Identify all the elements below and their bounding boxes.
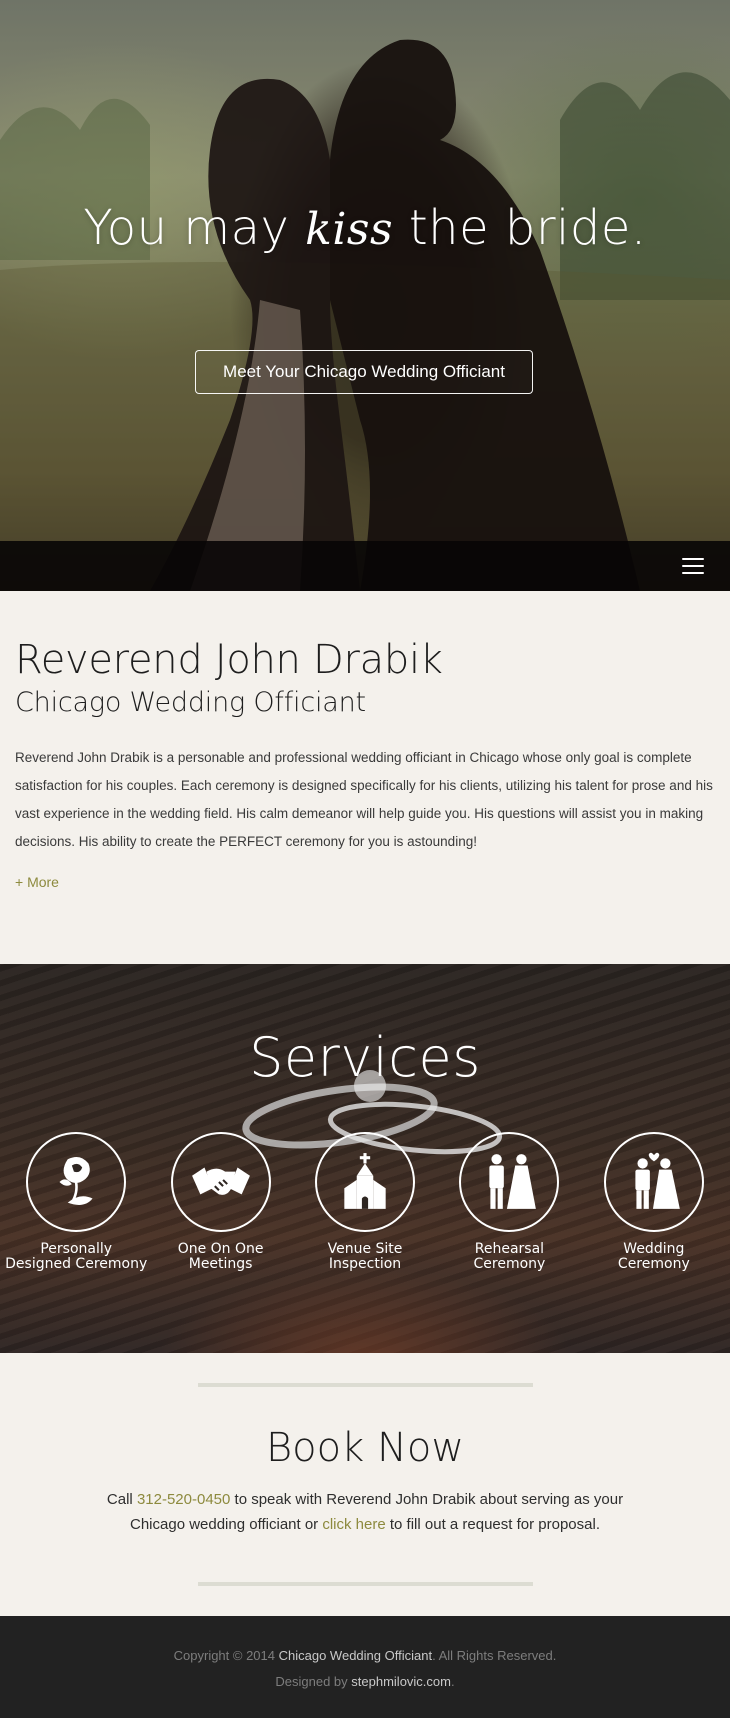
call-text: Call — [106, 1491, 137, 1508]
service-line1: Wedding — [623, 1241, 685, 1257]
handshake-icon — [191, 1167, 250, 1195]
service-circle — [603, 1132, 704, 1232]
book-end-text: to fill out a request for proposal. — [385, 1516, 600, 1533]
site-name: Chicago Wedding Officiant — [278, 1648, 433, 1663]
designer-line: Designed by stephmilovic.com. — [0, 1669, 730, 1695]
book-now-section: Book Now Call 312-520-0450 to speak with… — [0, 1353, 730, 1616]
service-venue-inspection: Venue Site Inspection — [293, 1132, 437, 1272]
service-line1: Personally — [40, 1241, 113, 1257]
rights-text: . All Rights Reserved. — [432, 1648, 557, 1663]
more-link[interactable]: + More — [15, 874, 59, 890]
service-line2: Designed Ceremony — [5, 1256, 148, 1272]
service-circle — [315, 1132, 416, 1232]
hero-title: You may kiss the bride. — [0, 200, 730, 256]
about-description: Reverend John Drabik is a personable and… — [15, 750, 713, 849]
service-line2: Meetings — [188, 1256, 253, 1272]
designer-link[interactable]: stephmilovic.com — [351, 1674, 451, 1689]
copyright-line: Copyright © 2014 Chicago Wedding Officia… — [0, 1643, 730, 1669]
service-line2: Ceremony — [473, 1256, 546, 1272]
top-divider — [198, 1383, 533, 1387]
hero-title-emphasis: kiss — [305, 204, 394, 255]
bride-groom-icon — [489, 1154, 537, 1209]
footer: Copyright © 2014 Chicago Wedding Officia… — [0, 1616, 730, 1718]
hero-title-before: You may — [83, 200, 306, 256]
click-here-link[interactable]: click here — [322, 1516, 385, 1533]
book-now-title: Book Now — [265, 1425, 465, 1471]
service-line1: Rehearsal — [474, 1241, 545, 1257]
service-label: Wedding Ceremony — [618, 1242, 690, 1272]
book-now-text: Call 312-520-0450 to speak with Reverend… — [80, 1487, 650, 1537]
officiant-subtitle: Chicago Wedding Officiant — [15, 687, 366, 718]
hero-section: You may kiss the bride. Meet Your Chicag… — [0, 0, 730, 591]
service-circle — [459, 1132, 560, 1232]
hero-title-after: the bride. — [393, 200, 647, 256]
navbar — [0, 541, 730, 591]
hamburger-menu-icon[interactable] — [682, 558, 704, 574]
service-wedding: Wedding Ceremony — [582, 1132, 726, 1272]
service-label: One On One Meetings — [178, 1242, 264, 1272]
phone-link[interactable]: 312-520-0450 — [137, 1491, 230, 1508]
service-one-on-one: One On One Meetings — [148, 1132, 292, 1272]
meet-officiant-button[interactable]: Meet Your Chicago Wedding Officiant — [195, 350, 533, 394]
rose-icon — [59, 1156, 93, 1205]
service-label: Rehearsal Ceremony — [474, 1242, 546, 1272]
couple-kissing-photo — [0, 39, 730, 591]
services-list: Personally Designed Ceremony One On One … — [0, 1132, 730, 1272]
about-section: Reverend John Drabik Chicago Wedding Off… — [0, 591, 730, 964]
chapel-icon — [344, 1153, 386, 1209]
service-label: Personally Designed Ceremony — [5, 1242, 147, 1272]
services-title: Services — [249, 1026, 481, 1089]
officiant-name: Reverend John Drabik — [15, 637, 443, 683]
bottom-divider — [198, 1582, 533, 1586]
designer-suffix: . — [450, 1674, 455, 1689]
services-section: Services Personally Designed Ceremony On… — [0, 964, 730, 1353]
service-line2: Inspection — [328, 1256, 402, 1272]
service-line1: One On One — [177, 1241, 264, 1257]
service-line2: Ceremony — [617, 1256, 690, 1272]
designed-by-text: Designed by — [275, 1674, 352, 1689]
service-line1: Venue Site — [327, 1241, 403, 1257]
service-circle — [170, 1132, 271, 1232]
service-personally-designed: Personally Designed Ceremony — [4, 1132, 148, 1272]
married-couple-icon — [635, 1152, 680, 1209]
service-rehearsal: Rehearsal Ceremony — [437, 1132, 581, 1272]
copyright-prefix: Copyright © 2014 — [173, 1648, 279, 1663]
service-label: Venue Site Inspection — [328, 1242, 403, 1272]
service-circle — [26, 1132, 127, 1232]
